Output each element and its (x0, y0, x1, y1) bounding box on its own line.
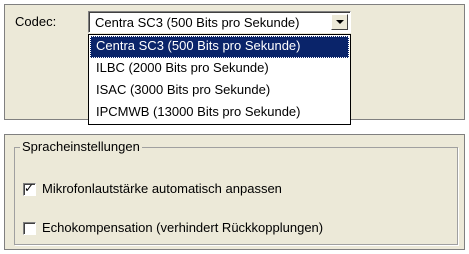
codec-panel: Codec: Centra SC3 (500 Bits pro Sekunde)… (4, 4, 465, 125)
codec-selected-value: Centra SC3 (500 Bits pro Sekunde) (95, 15, 300, 30)
echo-compensation-checkbox[interactable] (23, 222, 36, 235)
echo-compensation-label[interactable]: Echokompensation (verhindert Rückkopplun… (42, 220, 323, 236)
codec-label: Codec: (15, 14, 57, 29)
auto-mic-volume-label[interactable]: Mikrofonlautstärke automatisch anpassen (42, 181, 282, 197)
chevron-down-icon (336, 20, 344, 24)
dropdown-button[interactable] (331, 14, 348, 30)
codec-options-list[interactable]: Centra SC3 (500 Bits pro Sekunde) ILBC (… (88, 34, 351, 125)
codec-dropdown[interactable]: Centra SC3 (500 Bits pro Sekunde) (88, 11, 351, 33)
codec-option-ipcmwb[interactable]: IPCMWB (13000 Bits pro Sekunde) (90, 102, 349, 124)
group-title: Spracheinstellungen (20, 139, 142, 155)
speech-settings-panel: Spracheinstellungen ✓ Mikrofonlautstärke… (4, 134, 465, 250)
auto-mic-volume-checkbox[interactable]: ✓ (23, 181, 36, 196)
codec-option-centra-sc3[interactable]: Centra SC3 (500 Bits pro Sekunde) (90, 36, 349, 58)
checkmark-icon: ✓ (24, 181, 35, 195)
codec-option-isac[interactable]: ISAC (3000 Bits pro Sekunde) (90, 80, 349, 102)
codec-option-ilbc[interactable]: ILBC (2000 Bits pro Sekunde) (90, 58, 349, 80)
